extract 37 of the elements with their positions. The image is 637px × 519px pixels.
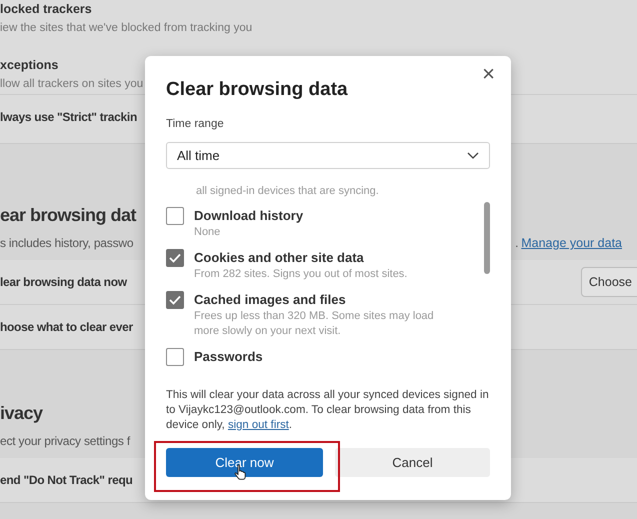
checkbox[interactable] xyxy=(166,348,184,366)
section-heading: ear browsing dat xyxy=(0,205,136,226)
choose-button[interactable]: Choose xyxy=(580,267,637,297)
sync-note: This will clear your data across all your synced devices signed in to Vijaykc123@outlook.com. To clear browsing data from this device only, sign out first. xyxy=(166,388,490,433)
setting-description: iew the sites that we've blocked from tracking you xyxy=(0,22,252,34)
setting-description: s includes history, passwo xyxy=(0,236,134,250)
setting-label: hoose what to clear ever xyxy=(0,320,133,334)
clear-now-button[interactable]: Clear now xyxy=(166,448,323,477)
scrollbar-thumb[interactable] xyxy=(484,202,490,274)
option-description: None xyxy=(194,225,222,240)
chevron-down-icon xyxy=(467,152,479,159)
option-description: From 282 sites. Signs you out of most sites. xyxy=(194,267,408,282)
option-label: Passwords xyxy=(194,348,263,366)
setting-description: llow all trackers on sites you xyxy=(0,78,144,90)
dialog-title: Clear browsing data xyxy=(166,78,349,102)
option-description: all signed-in devices that are syncing. xyxy=(195,184,380,198)
checkbox[interactable] xyxy=(166,207,184,225)
section-heading: ivacy xyxy=(0,403,43,424)
option-label: Cached images and files xyxy=(194,291,347,309)
setting-description: ect your privacy settings f xyxy=(0,434,130,448)
cancel-button[interactable]: Cancel xyxy=(335,448,490,477)
option-description: Frees up less than 320 MB. Some sites may load more slowly on your next visit. xyxy=(194,309,435,339)
checkbox[interactable] xyxy=(166,249,184,267)
option-label: Cookies and other site data xyxy=(194,249,365,267)
setting-label: lear browsing data now xyxy=(0,275,127,289)
close-button[interactable]: × xyxy=(478,63,499,85)
option-label: Download history xyxy=(194,207,304,225)
setting-title: xceptions xyxy=(0,58,58,72)
checkbox[interactable] xyxy=(166,291,184,309)
setting-label: lways use "Strict" trackin xyxy=(0,110,137,124)
setting-title: locked trackers xyxy=(0,2,92,16)
time-range-dropdown[interactable]: All time xyxy=(166,142,490,169)
period-text: . xyxy=(515,236,518,250)
time-range-label: Time range xyxy=(166,117,225,132)
setting-label: end "Do Not Track" requ xyxy=(0,473,133,487)
manage-data-link[interactable]: Manage your data xyxy=(521,236,622,250)
sign-out-link[interactable]: sign out first xyxy=(228,419,289,431)
